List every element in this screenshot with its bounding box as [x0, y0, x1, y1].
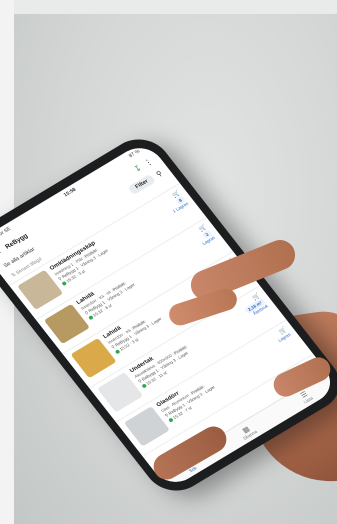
top-border	[0, 0, 337, 14]
nav-scan[interactable]: ▩ Skanna	[237, 422, 258, 440]
arrow-left-icon[interactable]: ←	[0, 246, 4, 257]
search-icon[interactable]: ⚲	[155, 169, 164, 178]
download-icon[interactable]: ↧	[132, 163, 143, 174]
more-icon[interactable]: ⋮	[142, 156, 154, 167]
